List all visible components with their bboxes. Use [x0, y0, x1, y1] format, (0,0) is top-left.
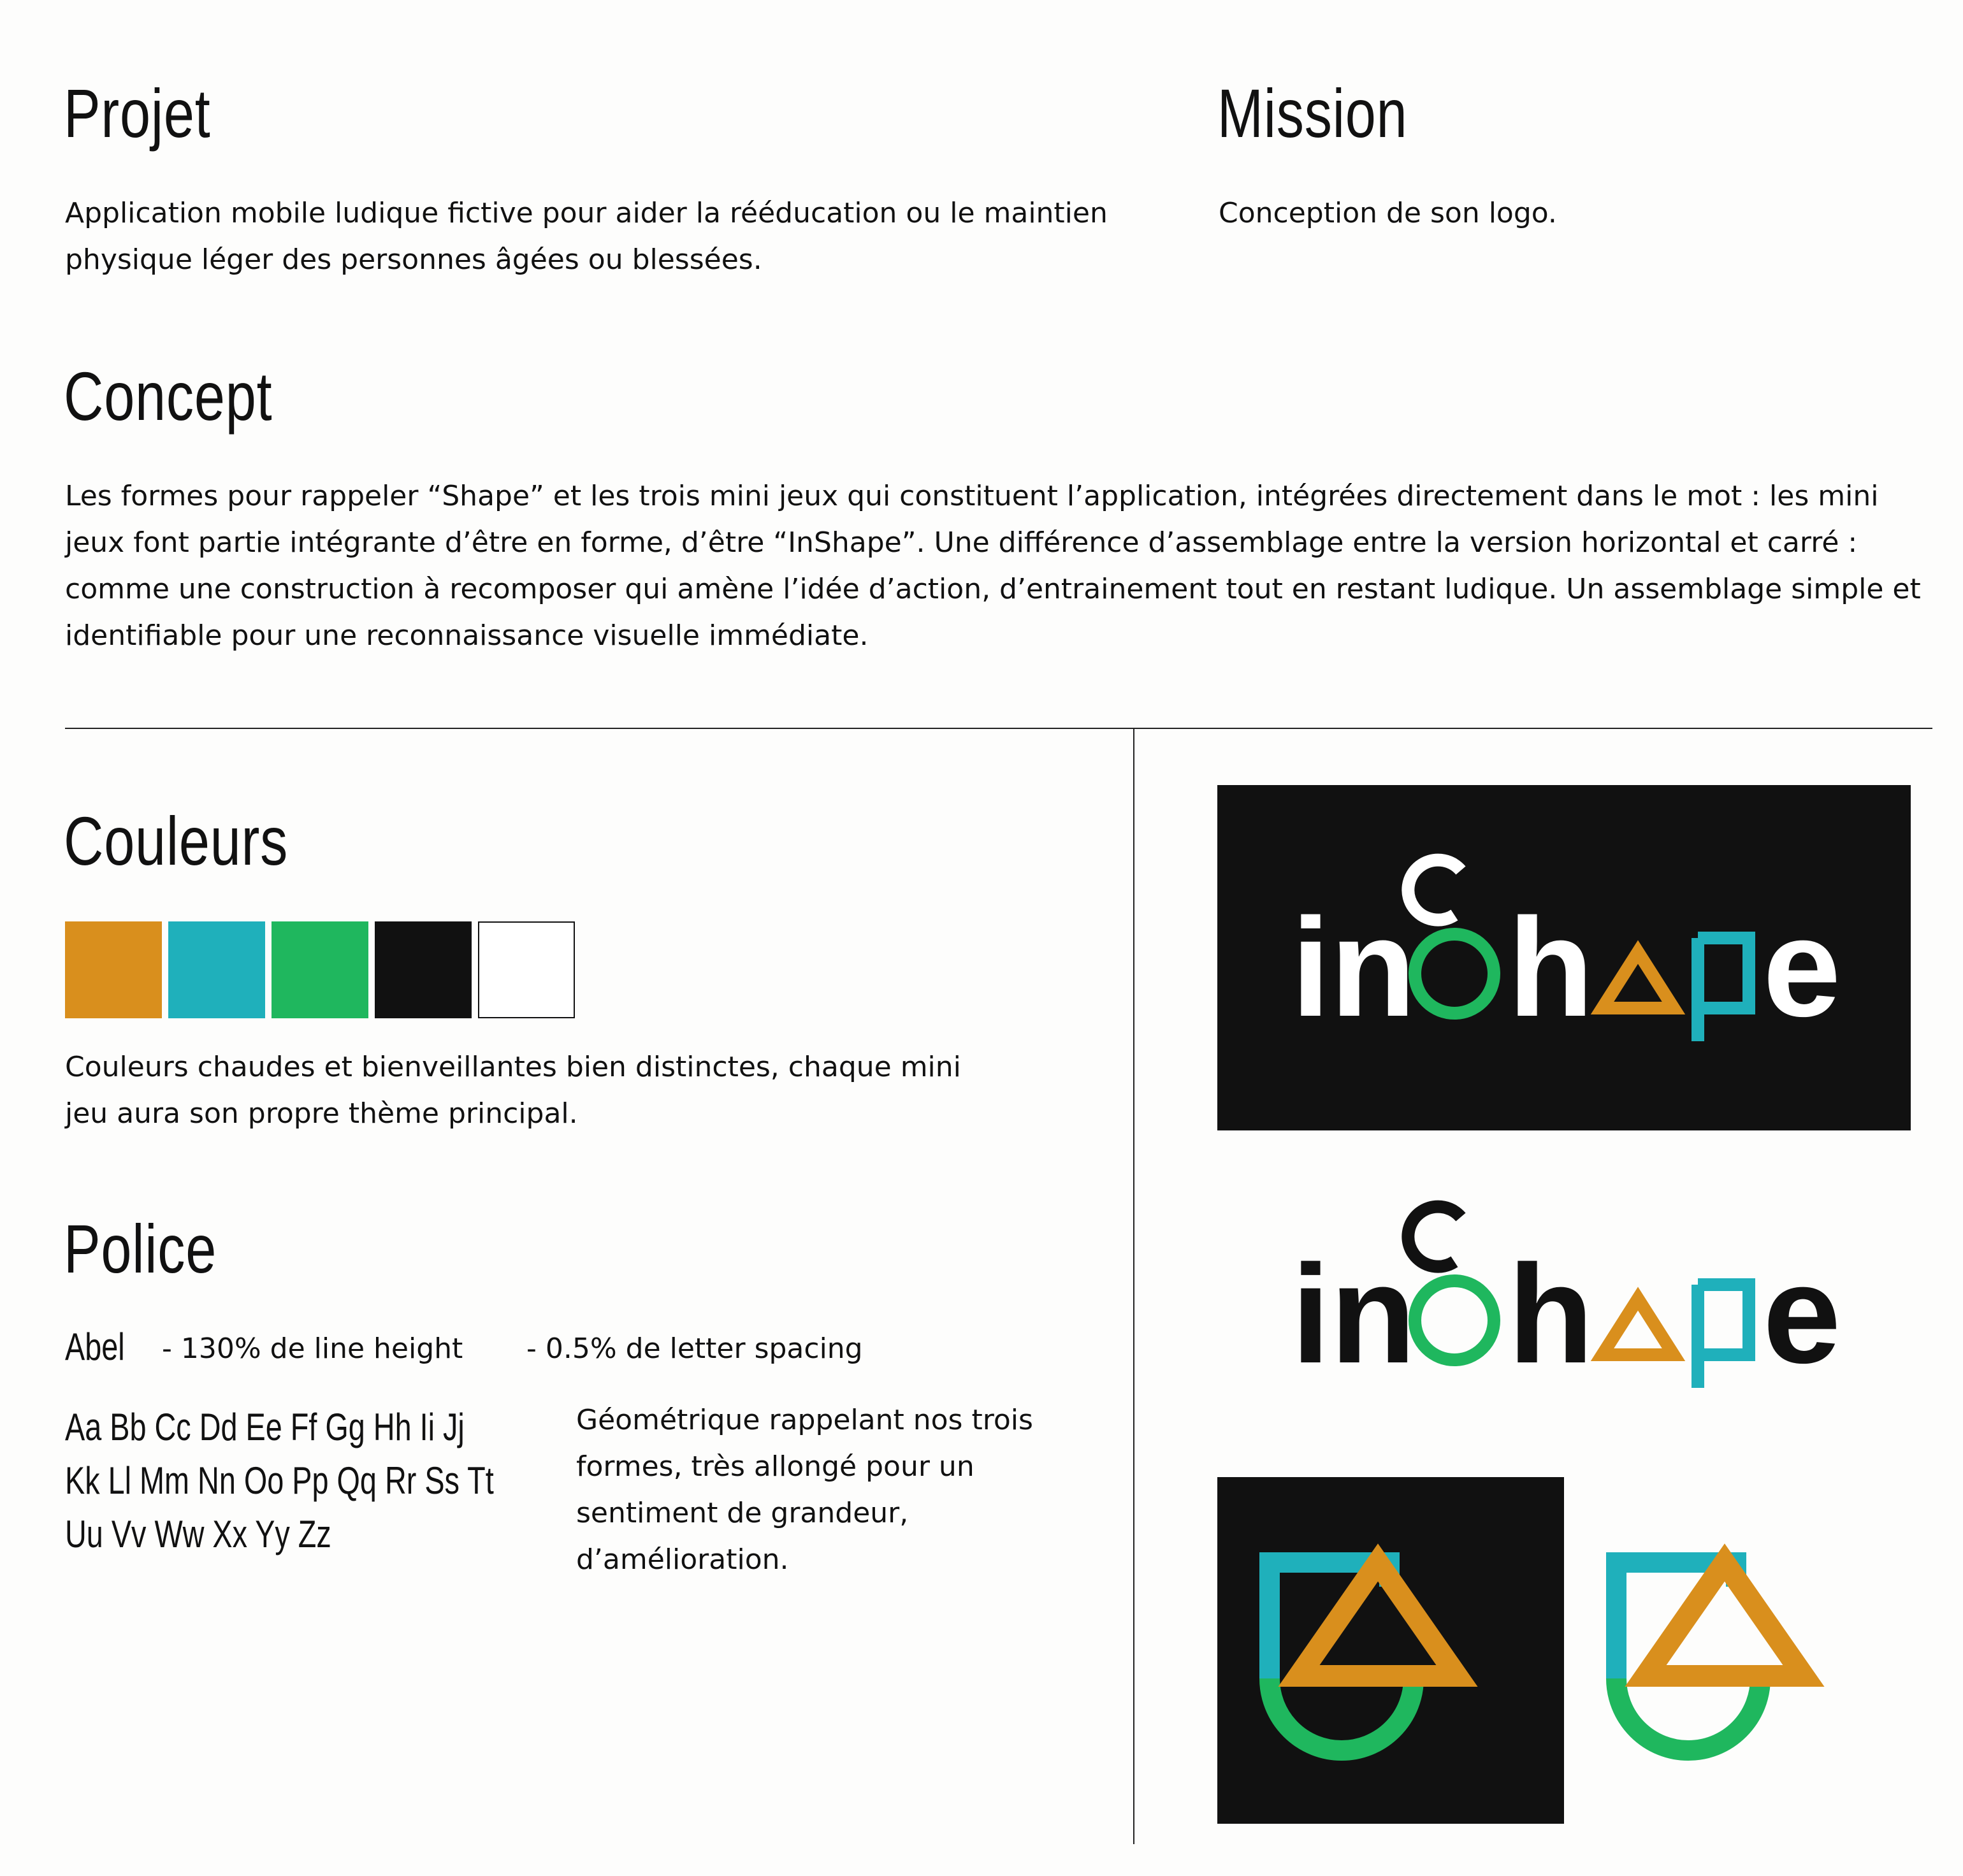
concept-title: Concept — [64, 357, 273, 435]
alphabet-line: Uu Vv Ww Xx Yy Zz — [65, 1513, 331, 1555]
font-spec-letter-spacing: - 0.5% de letter spacing — [526, 1332, 863, 1365]
concept-text: Les formes pour rappeler “Shape” et les … — [65, 480, 1921, 652]
swatch-orange — [65, 921, 162, 1018]
logo-square-p-icon — [1691, 932, 1755, 1041]
couleurs-text: Couleurs chaudes et bienveillantes bien … — [65, 1051, 961, 1130]
logo-letter-e: e — [1763, 1236, 1841, 1392]
logo-s-top-arc-icon — [1402, 853, 1466, 927]
alphabet-line: Kk Ll Mm Nn Oo Pp Qq Rr Ss Tt — [65, 1459, 494, 1502]
logo-triangle-icon — [1590, 940, 1686, 1014]
vertical-divider — [1133, 729, 1134, 1844]
mission-text: Conception de son logo. — [1219, 197, 1557, 229]
logo-s-top-arc-icon — [1402, 1200, 1466, 1273]
swatch-white — [478, 921, 575, 1018]
logo-triangle-icon — [1590, 1287, 1686, 1361]
logo-horizontal-light: in h e — [1291, 1200, 1841, 1392]
logo-horizontal-light-panel: in h e — [1217, 1195, 1911, 1450]
logo-mark-triangle-icon — [1278, 1543, 1478, 1687]
logo-circle-icon — [1409, 928, 1500, 1020]
projet-text: Application mobile ludique fictive pour … — [65, 197, 1108, 276]
logo-mark-triangle-icon — [1625, 1543, 1825, 1687]
logo-square-dark-panel — [1217, 1477, 1564, 1824]
logo-letters-in: in — [1291, 1236, 1416, 1392]
logo-mark-circle-icon — [1606, 1678, 1771, 1761]
logo-square-p-icon — [1691, 1278, 1755, 1388]
mission-title: Mission — [1217, 75, 1408, 152]
police-description: Géométrique rappelant nos trois formes, … — [576, 1404, 1033, 1576]
logo-square-light-panel — [1564, 1477, 1911, 1824]
logo-letter-h: h — [1508, 1236, 1593, 1392]
couleurs-title: Couleurs — [64, 802, 289, 879]
swatch-green — [272, 921, 368, 1018]
logo-square-light — [1606, 1543, 1825, 1761]
logo-horizontal-dark-panel: in h e — [1217, 785, 1911, 1130]
logo-mark-circle-icon — [1259, 1678, 1424, 1761]
font-name: Abel — [65, 1325, 125, 1368]
projet-title: Projet — [64, 75, 211, 152]
swatch-teal — [168, 921, 265, 1018]
font-spec-line-height: - 130% de line height — [162, 1332, 463, 1365]
logo-letter-e: e — [1763, 889, 1841, 1046]
logo-letter-h: h — [1508, 889, 1593, 1046]
police-title: Police — [64, 1210, 217, 1287]
alphabet-line: Aa Bb Cc Dd Ee Ff Gg Hh Ii Jj — [65, 1406, 465, 1448]
logo-letters-in: in — [1291, 889, 1416, 1046]
logo-horizontal-dark: in h e — [1291, 853, 1841, 1046]
logo-circle-icon — [1409, 1274, 1500, 1366]
swatch-black — [375, 921, 472, 1018]
horizontal-divider — [65, 728, 1932, 729]
logo-square-dark — [1259, 1543, 1478, 1761]
alphabet-sample: Aa Bb Cc Dd Ee Ff Gg Hh Ii Jj Kk Ll Mm N… — [65, 1401, 614, 1561]
